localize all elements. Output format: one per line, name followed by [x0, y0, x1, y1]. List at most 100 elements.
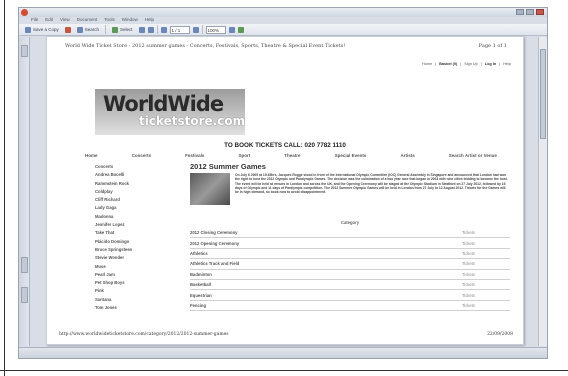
menu-document[interactable]: Document — [77, 17, 98, 22]
event-tickets-link[interactable]: Tickets — [462, 272, 475, 277]
toolbar-separator — [105, 25, 107, 34]
event-row[interactable]: Athletics Track and Field Tickets — [190, 259, 510, 270]
event-tickets-link[interactable]: Tickets — [462, 293, 475, 298]
help-icon[interactable] — [237, 26, 244, 33]
zoom-level-field[interactable]: 100% — [205, 25, 226, 34]
sidebar-item[interactable]: Pearl Jam — [95, 272, 185, 280]
select-icon — [112, 26, 119, 33]
event-name[interactable]: Fencing — [190, 303, 370, 308]
event-row[interactable]: Equestrian Tickets — [190, 290, 510, 301]
nav-artists[interactable]: Artists — [400, 153, 414, 158]
event-name[interactable]: Athletics — [190, 251, 370, 256]
hand-icon[interactable] — [138, 26, 145, 33]
select-tool-button[interactable]: Select — [109, 25, 136, 34]
page-number-field[interactable]: 1 / 1 — [169, 25, 190, 34]
search-icon — [76, 26, 83, 33]
event-row[interactable]: 2012 Opening Ceremony Tickets — [190, 238, 510, 249]
pages-tab-icon[interactable] — [21, 45, 28, 57]
zoom-in-icon[interactable] — [147, 26, 154, 33]
event-tickets-link[interactable]: Tickets — [462, 251, 475, 256]
menu-view[interactable]: View — [60, 17, 70, 22]
sidebar-item[interactable]: Muse — [95, 264, 185, 272]
top-link-signup[interactable]: Sign Up — [464, 62, 478, 66]
nav-concerts[interactable]: Concerts — [132, 153, 152, 158]
next-page-icon[interactable] — [192, 26, 199, 33]
print-icon[interactable] — [64, 26, 71, 33]
navigation-pane — [19, 37, 30, 346]
event-name[interactable]: Equestrian — [190, 293, 370, 298]
footer-date: 22/09/2008 — [487, 332, 513, 337]
sidebar-item[interactable]: Coldplay — [95, 189, 185, 197]
event-list-header: Category — [340, 220, 360, 225]
save-copy-button[interactable]: Save a Copy — [22, 25, 62, 34]
save-icon — [25, 26, 31, 33]
select-label: Select — [120, 27, 133, 32]
top-link-home[interactable]: Home — [422, 62, 432, 66]
nav-sport[interactable]: Sport — [238, 153, 250, 158]
print-header-title: World Wide Ticket Store - 2012 summer ga… — [65, 43, 346, 49]
event-list: 2012 Closing Ceremony Tickets 2012 Openi… — [190, 228, 510, 312]
menu-edit[interactable]: Edit — [45, 17, 53, 22]
menu-file[interactable]: File — [31, 17, 38, 22]
menu-help[interactable]: Help — [145, 17, 154, 22]
scan-edge-left — [4, 0, 5, 376]
print-header-page: Page 1 of 1 — [478, 43, 507, 49]
menu-window[interactable]: Window — [122, 17, 138, 22]
close-button[interactable] — [536, 9, 544, 15]
event-row[interactable]: Basketball Tickets — [190, 280, 510, 291]
event-tickets-link[interactable]: Tickets — [462, 282, 475, 287]
event-name[interactable]: Athletics Track and Field — [190, 261, 370, 266]
menu-bar: File Edit View Document Tools Window Hel… — [31, 16, 154, 23]
event-row[interactable]: Fencing Tickets — [190, 301, 510, 312]
previous-page-icon[interactable] — [160, 26, 167, 33]
minimize-button[interactable] — [516, 9, 524, 15]
search-button[interactable]: Search — [74, 25, 102, 34]
sidebar-item[interactable]: Plácido Domingo — [95, 239, 185, 247]
print-header: World Wide Ticket Store - 2012 summer ga… — [65, 43, 507, 49]
main-content: 2012 Summer Games On July 6 2005 at 19:4… — [190, 162, 510, 312]
event-name[interactable]: 2012 Closing Ceremony — [190, 230, 370, 235]
event-row[interactable]: Athletics Tickets — [190, 249, 510, 260]
sidebar-item[interactable]: Cliff Richard — [95, 197, 185, 205]
vertical-scrollbar[interactable] — [538, 37, 547, 346]
event-tickets-link[interactable]: Tickets — [462, 241, 475, 246]
sidebar-item[interactable]: Lady Gaga — [95, 205, 185, 213]
toolbar: Save a Copy Search Select 1 / 1 100% — [19, 24, 547, 36]
sidebar-item[interactable]: Pet Shop Boys — [95, 280, 185, 288]
search-label: Search — [84, 27, 100, 32]
sidebar-item[interactable]: Tom Jones — [95, 305, 185, 313]
sidebar-item[interactable]: Madonna — [95, 214, 185, 222]
nav-theatre[interactable]: Theatre — [284, 153, 300, 158]
sidebar-item[interactable]: Concerts — [95, 164, 185, 172]
sidebar-item[interactable]: Stevie Wonder — [95, 255, 185, 263]
event-name[interactable]: Basketball — [190, 282, 370, 287]
event-tickets-link[interactable]: Tickets — [462, 230, 475, 235]
sidebar-item[interactable]: Bruce Springsteen — [95, 247, 185, 255]
maximize-button[interactable] — [526, 9, 534, 15]
sidebar-item[interactable]: Rammstein Rock — [95, 181, 185, 189]
sidebar-item[interactable]: Take That — [95, 230, 185, 238]
sidebar-item[interactable]: Andrea Bocelli — [95, 172, 185, 180]
event-row[interactable]: 2012 Closing Ceremony Tickets — [190, 228, 510, 239]
event-tickets-link[interactable]: Tickets — [462, 303, 475, 308]
event-name[interactable]: 2012 Opening Ceremony — [190, 241, 370, 246]
event-name[interactable]: Badminton — [190, 272, 370, 277]
nav-home[interactable]: Home — [85, 153, 98, 158]
scrollbar-thumb[interactable] — [540, 49, 546, 139]
signatures-tab[interactable] — [21, 287, 28, 303]
site-logo[interactable]: WorldWide ticketstore.com — [95, 89, 245, 135]
top-link-basket[interactable]: Basket (0) — [439, 62, 457, 66]
sidebar-item[interactable]: Jennifer Lopez — [95, 222, 185, 230]
top-link-help[interactable]: Help — [503, 62, 511, 66]
nav-festivals[interactable]: Festivals — [185, 153, 204, 158]
zoom-out-icon[interactable] — [228, 26, 235, 33]
top-link-login[interactable]: Log In — [485, 62, 496, 66]
nav-special-events[interactable]: Special Events — [335, 153, 367, 158]
event-tickets-link[interactable]: Tickets — [462, 261, 475, 266]
sidebar-item[interactable]: Pink — [95, 288, 185, 296]
nav-search-artist[interactable]: Search Artist or Venue — [449, 153, 497, 158]
bookmarks-tab[interactable] — [21, 257, 28, 273]
menu-tools[interactable]: Tools — [104, 17, 115, 22]
event-row[interactable]: Badminton Tickets — [190, 270, 510, 280]
sidebar-item[interactable]: Santana — [95, 297, 185, 305]
